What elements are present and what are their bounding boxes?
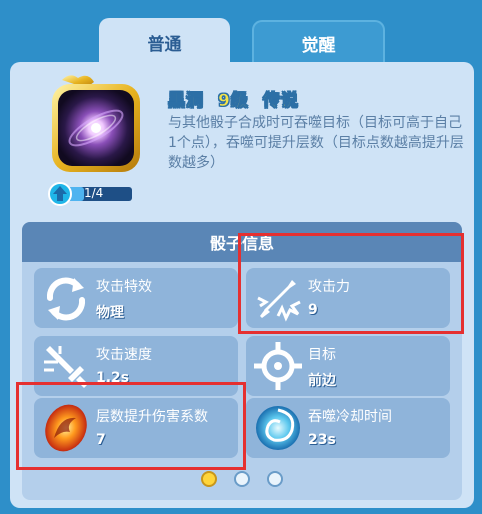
page-dot-3[interactable] [267, 471, 283, 487]
highlight-box [238, 233, 464, 334]
vortex-icon [256, 406, 300, 450]
swap-arrows-icon [46, 277, 86, 321]
upgrade-progress-text: 1/4 [84, 186, 104, 200]
crosshair-icon [254, 342, 302, 390]
page-dot-2[interactable] [234, 471, 250, 487]
stat-devour-cooldown: 吞噬冷却时间 23s [246, 398, 450, 458]
dice-name: 黑洞 [168, 91, 204, 112]
stat-value: 23s [308, 432, 336, 448]
dice-level: 9级 [218, 91, 249, 112]
dice-rarity: 传说 [262, 91, 299, 112]
stat-label: 目标 [308, 347, 336, 363]
stat-value: 前边 [308, 373, 336, 389]
dice-title: 黑洞 9级 传说 [168, 86, 313, 112]
tab-normal[interactable]: 普通 [99, 18, 230, 66]
stat-label: 攻击特效 [96, 279, 152, 295]
stat-target: 目标 前边 [246, 336, 450, 396]
highlight-box [16, 382, 246, 470]
black-hole-dice-icon [52, 75, 140, 172]
stat-value: 物理 [96, 305, 124, 321]
stat-label: 攻击速度 [96, 347, 152, 363]
page-dot-1[interactable] [201, 471, 217, 487]
stat-attack-effect: 攻击特效 物理 [34, 268, 238, 328]
tab-awaken[interactable]: 觉醒 [252, 20, 385, 64]
stat-label: 吞噬冷却时间 [308, 409, 392, 425]
dice-description: 与其他骰子合成时可吞噬目标（目标可高于自己1个点），吞噬可提升层数（目标点数越高… [168, 115, 464, 171]
